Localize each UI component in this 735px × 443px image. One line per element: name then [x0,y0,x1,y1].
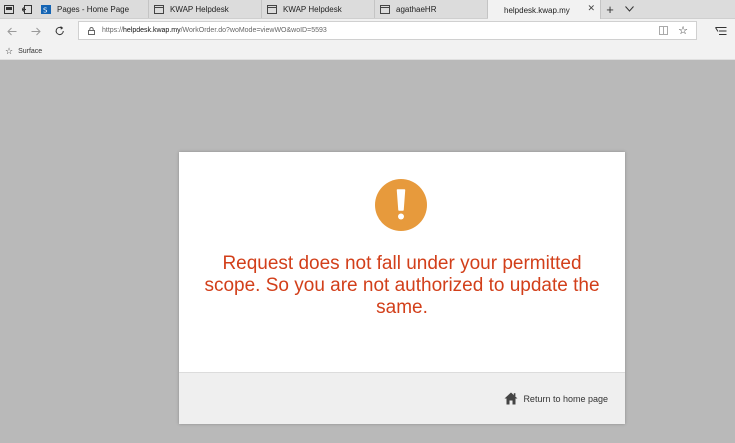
exclamation-icon [396,189,406,220]
favorites-star-icon: ☆ [5,45,14,56]
reading-view-icon[interactable] [659,26,668,35]
tab-helpdesk-active[interactable]: helpdesk.kwap.my ✕ [488,0,601,20]
hub-icon [715,27,727,35]
page-content: Request does not fall under your permitt… [0,60,735,443]
set-tabs-aside-button[interactable] [18,0,36,18]
chevron-down-icon [624,6,634,12]
return-home-link[interactable]: Return to home page [504,392,608,405]
page-icon [380,4,390,14]
error-dialog: Request does not fall under your permitt… [179,152,625,424]
dialog-footer: Return to home page [179,372,625,424]
url-scheme: https:// [102,27,124,34]
set-aside-icon [22,4,32,14]
favorite-item-surface[interactable]: Surface [18,48,42,55]
back-button[interactable] [0,20,24,42]
tab-preview-button[interactable] [0,0,18,18]
page-icon [154,4,164,14]
forward-arrow-icon [31,27,41,35]
back-arrow-icon [7,27,17,35]
tab-agathaehr[interactable]: agathaeHR [375,0,488,18]
error-message: Request does not fall under your permitt… [204,253,600,318]
return-home-label: Return to home page [523,393,608,404]
tab-label: helpdesk.kwap.my [504,5,570,15]
new-tab-button[interactable]: + [601,0,619,18]
tab-strip: S Pages - Home Page KWAP Helpdesk KWAP H… [0,0,735,20]
tabs-aside-icon [4,4,14,14]
forward-button[interactable] [24,20,48,42]
lock-icon [88,26,95,35]
tab-kwap-helpdesk-2[interactable]: KWAP Helpdesk [262,0,375,18]
home-icon [504,392,518,405]
refresh-icon [55,26,64,35]
page-icon [267,4,277,14]
url-path: /WorkOrder.do?woMode=viewWO&woID=5593 [180,27,327,34]
url-host: helpdesk.kwap.my [123,27,181,34]
tab-label: KWAP Helpdesk [283,4,342,14]
tab-list-button[interactable] [619,0,639,18]
favorite-star-icon[interactable]: ☆ [678,24,688,37]
address-bar[interactable]: https:// helpdesk.kwap.my /WorkOrder.do?… [78,21,697,40]
hub-button[interactable] [715,23,727,41]
tab-label: KWAP Helpdesk [170,4,229,14]
favorites-bar: ☆ Surface [0,43,735,60]
navigation-bar: https:// helpdesk.kwap.my /WorkOrder.do?… [0,19,735,43]
tab-label: Pages - Home Page [57,4,130,14]
svg-text:S: S [43,6,48,14]
close-tab-icon[interactable]: ✕ [587,4,595,13]
tab-pages-home[interactable]: S Pages - Home Page [36,0,149,18]
sharepoint-icon: S [41,4,51,14]
alert-icon [375,179,427,231]
tab-label: agathaeHR [396,4,437,14]
refresh-button[interactable] [48,20,72,42]
tab-kwap-helpdesk-1[interactable]: KWAP Helpdesk [149,0,262,18]
